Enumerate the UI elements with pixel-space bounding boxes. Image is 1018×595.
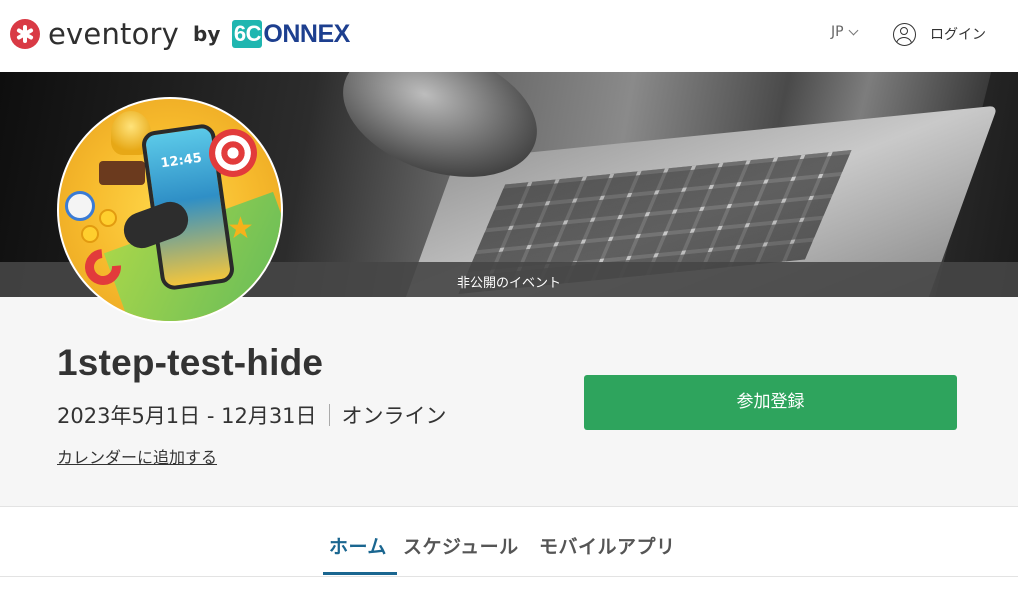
event-title: 1step-test-hide xyxy=(57,342,324,383)
brand-name: eventory xyxy=(48,17,180,51)
event-avatar: 12:45 ★ xyxy=(57,97,283,323)
brand-by-text: by xyxy=(193,22,221,46)
connex-logo-mark: 6C xyxy=(232,20,263,48)
connex-logo-text: ONNEX xyxy=(263,19,350,48)
tab-mobile-app[interactable]: モバイルアプリ xyxy=(539,532,676,559)
clock-icon xyxy=(65,191,95,221)
tab-home[interactable]: ホーム xyxy=(329,532,387,559)
user-circle-icon[interactable] xyxy=(893,23,916,46)
meta-divider xyxy=(328,404,330,426)
eventory-logo-icon xyxy=(10,19,40,49)
event-meta: 2023年5月1日 - 12月31日 オンライン xyxy=(57,400,447,430)
active-tab-indicator xyxy=(323,572,397,575)
language-label: JP xyxy=(831,24,844,40)
coin-icon xyxy=(81,225,99,243)
coin-icon xyxy=(99,209,117,227)
connex-logo: 6C ONNEX xyxy=(232,19,350,49)
add-to-calendar-link[interactable]: カレンダーに追加する xyxy=(57,444,217,468)
tab-schedule[interactable]: スケジュール xyxy=(403,532,519,559)
event-location: オンライン xyxy=(341,404,447,428)
star-icon: ★ xyxy=(227,211,254,246)
chevron-down-icon xyxy=(848,25,859,35)
register-button[interactable]: 参加登録 xyxy=(584,375,957,430)
target-icon xyxy=(209,129,257,177)
event-dates: 2023年5月1日 - 12月31日 xyxy=(57,404,317,428)
login-link[interactable]: ログイン xyxy=(930,24,986,44)
trophy-base xyxy=(99,161,145,185)
top-header: eventory by 6C ONNEX JP ログイン xyxy=(0,0,1018,72)
event-tabs: ホーム スケジュール モバイルアプリ xyxy=(0,507,1018,577)
language-selector[interactable]: JP xyxy=(831,24,859,40)
phone-time: 12:45 xyxy=(159,150,203,172)
brand-logo[interactable]: eventory by 6C ONNEX xyxy=(10,14,350,54)
